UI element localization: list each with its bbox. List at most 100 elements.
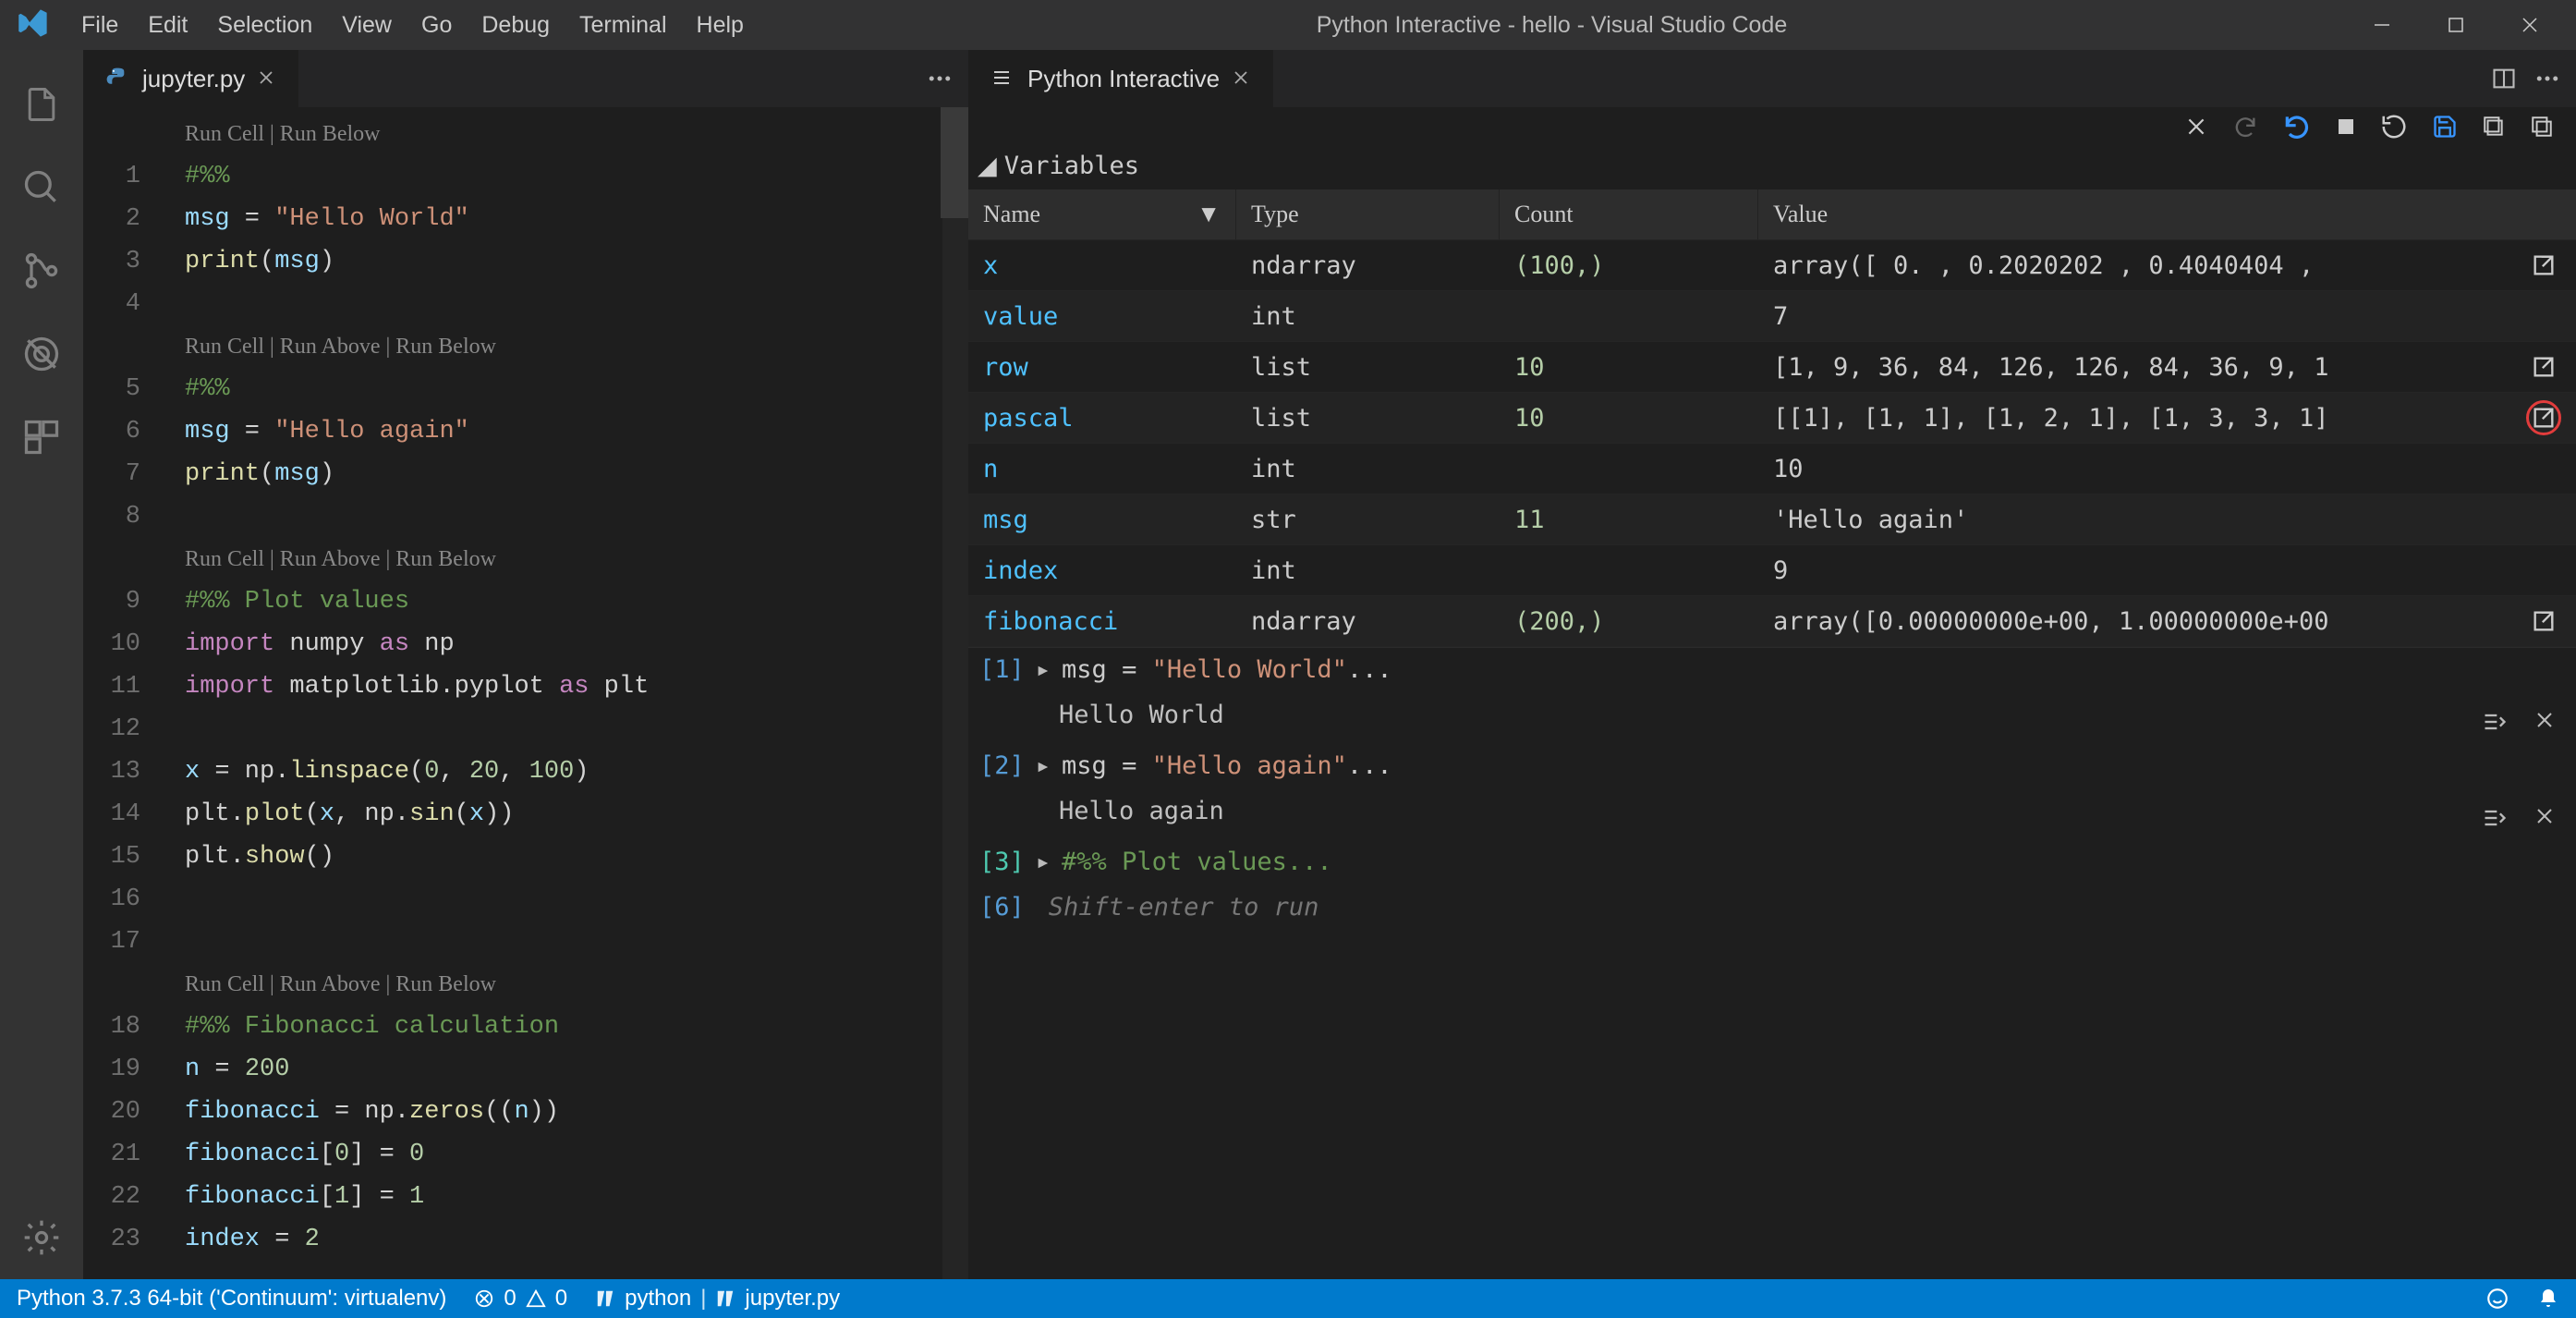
undo-icon[interactable]: [2282, 112, 2312, 141]
status-kernel[interactable]: python | jupyter.py: [595, 1286, 840, 1312]
menu-file[interactable]: File: [67, 12, 133, 39]
save-icon[interactable]: [2432, 114, 2458, 140]
tab-close-icon[interactable]: [1233, 69, 1251, 88]
code-line[interactable]: [185, 878, 968, 921]
cell-expand-icon[interactable]: ▸: [1036, 655, 1051, 684]
interactive-list-icon: [990, 67, 1015, 91]
open-variable-icon[interactable]: [2511, 400, 2576, 435]
col-count[interactable]: Count: [1500, 189, 1758, 239]
window-minimize-button[interactable]: [2345, 0, 2419, 50]
code-line[interactable]: plt.plot(x, np.sin(x)): [185, 793, 968, 836]
activity-debug-icon[interactable]: [0, 312, 83, 396]
status-interpreter[interactable]: Python 3.7.3 64-bit ('Continuum': virtua…: [17, 1286, 446, 1312]
variable-row[interactable]: rowlist10[1, 9, 36, 84, 126, 126, 84, 36…: [968, 342, 2576, 393]
cancel-icon[interactable]: [2184, 115, 2208, 139]
cell-expand-icon[interactable]: ▸: [1036, 848, 1051, 876]
code-line[interactable]: index = 2: [185, 1218, 968, 1261]
code-line[interactable]: #%%: [185, 368, 968, 410]
editor-more-icon[interactable]: [2533, 65, 2561, 92]
restart-icon[interactable]: [2380, 113, 2408, 140]
cell-source[interactable]: msg = "Hello World"...: [1062, 655, 1392, 684]
code-line[interactable]: plt.show(): [185, 836, 968, 878]
cell-source[interactable]: msg = "Hello again"...: [1062, 751, 1392, 780]
open-variable-icon[interactable]: [2511, 354, 2576, 380]
code-line[interactable]: fibonacci[1] = 1: [185, 1176, 968, 1218]
open-variable-icon[interactable]: [2511, 252, 2576, 278]
code-line[interactable]: #%%: [185, 155, 968, 198]
codelens[interactable]: Run Cell | Run Above | Run Below: [185, 325, 968, 368]
cell-expand-icon[interactable]: ▸: [1036, 751, 1051, 780]
code-line[interactable]: fibonacci = np.zeros((n)): [185, 1091, 968, 1133]
collapse-caret-icon: ◢: [978, 152, 997, 180]
split-editor-icon[interactable]: [2491, 66, 2517, 92]
status-problems[interactable]: 0 0: [474, 1286, 567, 1312]
col-name[interactable]: Name▼: [968, 189, 1236, 239]
tab-python-interactive[interactable]: Python Interactive: [968, 50, 1274, 107]
variable-row[interactable]: msgstr11'Hello again': [968, 494, 2576, 545]
menu-go[interactable]: Go: [407, 12, 467, 39]
delete-cell-icon[interactable]: [2533, 709, 2556, 735]
menu-selection[interactable]: Selection: [202, 12, 327, 39]
editor-body[interactable]: 1234567891011121314151617181920212223 Ru…: [83, 107, 968, 1279]
collapse-all-icon[interactable]: [2530, 115, 2554, 139]
menu-debug[interactable]: Debug: [467, 12, 565, 39]
code-line[interactable]: msg = "Hello World": [185, 198, 968, 240]
code-line[interactable]: print(msg): [185, 240, 968, 283]
variable-row[interactable]: indexint9: [968, 545, 2576, 596]
interactive-cells: [1]▸msg = "Hello World"...Hello World[2]…: [968, 647, 2576, 1279]
variable-row[interactable]: pascallist10[[1], [1, 1], [1, 2, 1], [1,…: [968, 393, 2576, 444]
activity-extensions-icon[interactable]: [0, 396, 83, 479]
activity-explorer-icon[interactable]: [0, 63, 83, 146]
codelens[interactable]: Run Cell | Run Below: [185, 113, 968, 155]
cell-prompt: [6]: [979, 893, 1025, 921]
variables-header[interactable]: ◢ Variables: [968, 146, 2576, 189]
code-line[interactable]: [185, 495, 968, 538]
redo-icon[interactable]: [2232, 114, 2258, 140]
menu-edit[interactable]: Edit: [133, 12, 202, 39]
col-type[interactable]: Type: [1236, 189, 1500, 239]
code-line[interactable]: [185, 921, 968, 963]
activity-settings-icon[interactable]: [0, 1196, 83, 1279]
tab-close-icon[interactable]: [258, 69, 276, 88]
codelens[interactable]: Run Cell | Run Above | Run Below: [185, 963, 968, 1006]
cell-source[interactable]: #%% Plot values...: [1062, 848, 1332, 876]
variable-row[interactable]: xndarray(100,)array([ 0. , 0.2020202 , 0…: [968, 240, 2576, 291]
interrupt-icon[interactable]: [2336, 116, 2356, 137]
code-line[interactable]: import numpy as np: [185, 623, 968, 665]
variables-table: Name▼ Type Count Value xndarray(100,)arr…: [968, 189, 2576, 647]
menu-terminal[interactable]: Terminal: [565, 12, 681, 39]
cell-input-placeholder[interactable]: Shift-enter to run: [1036, 893, 1319, 921]
variable-row[interactable]: valueint7: [968, 291, 2576, 342]
variable-row[interactable]: fibonaccindarray(200,)array([0.00000000e…: [968, 596, 2576, 647]
codelens[interactable]: Run Cell | Run Above | Run Below: [185, 538, 968, 580]
editor-more-icon[interactable]: [926, 65, 954, 92]
variable-row[interactable]: nint10: [968, 444, 2576, 494]
col-value[interactable]: Value: [1758, 189, 2511, 239]
tab-label: Python Interactive: [1027, 65, 1220, 93]
open-variable-icon[interactable]: [2511, 608, 2576, 634]
activity-scm-icon[interactable]: [0, 229, 83, 312]
code-line[interactable]: [185, 708, 968, 751]
menu-view[interactable]: View: [327, 12, 407, 39]
editor-scrollbar[interactable]: [942, 107, 968, 1279]
menu-help[interactable]: Help: [682, 12, 759, 39]
code-line[interactable]: fibonacci[0] = 0: [185, 1133, 968, 1176]
code-line[interactable]: n = 200: [185, 1048, 968, 1091]
status-feedback-icon[interactable]: [2485, 1287, 2509, 1311]
code-line[interactable]: print(msg): [185, 453, 968, 495]
window-close-button[interactable]: [2493, 0, 2567, 50]
code-line[interactable]: #%% Plot values: [185, 580, 968, 623]
code-line[interactable]: x = np.linspace(0, 20, 100): [185, 751, 968, 793]
code-line[interactable]: [185, 283, 968, 325]
expand-all-icon[interactable]: [2482, 115, 2506, 139]
goto-code-icon[interactable]: [2482, 805, 2508, 831]
window-maximize-button[interactable]: [2419, 0, 2493, 50]
status-notifications-icon[interactable]: [2537, 1287, 2559, 1310]
activity-search-icon[interactable]: [0, 146, 83, 229]
code-line[interactable]: import matplotlib.pyplot as plt: [185, 665, 968, 708]
delete-cell-icon[interactable]: [2533, 805, 2556, 831]
goto-code-icon[interactable]: [2482, 709, 2508, 735]
tab-jupyter-py[interactable]: jupyter.py: [83, 50, 299, 107]
code-line[interactable]: msg = "Hello again": [185, 410, 968, 453]
code-line[interactable]: #%% Fibonacci calculation: [185, 1006, 968, 1048]
